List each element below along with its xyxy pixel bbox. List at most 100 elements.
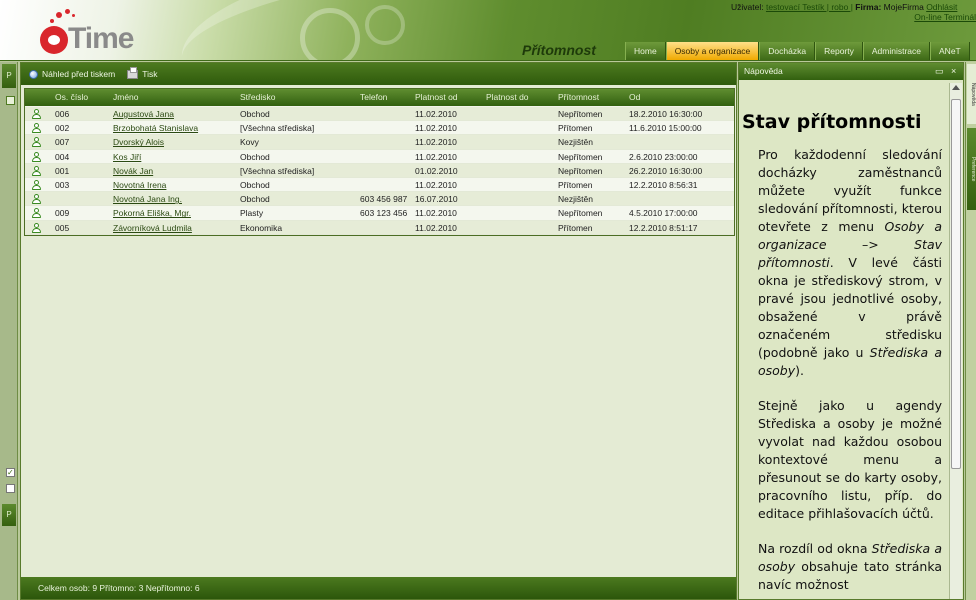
column-header-valid-to[interactable]: Platnost do	[486, 89, 529, 106]
column-header-department[interactable]: Středisko	[240, 89, 275, 106]
column-header-name[interactable]: Jméno	[113, 89, 139, 106]
nav-reporty[interactable]: Reporty	[815, 42, 863, 60]
nav-home[interactable]: Home	[625, 42, 666, 60]
cell-number: 004	[55, 151, 70, 162]
help-paragraph-3: Na rozdíl od okna Střediska a osoby obsa…	[758, 541, 942, 592]
cell-number: 003	[55, 180, 70, 190]
cell-presence: Přítomen	[558, 123, 593, 134]
cell-name[interactable]: Dvorský Alois	[113, 135, 238, 149]
person-icon	[31, 165, 41, 176]
cell-valid-from: 11.02.2010	[415, 208, 457, 219]
person-icon	[31, 151, 41, 162]
cell-since: 2.6.2010 23:00:00	[629, 151, 698, 162]
cell-name[interactable]: Pokorná Eliška, Mgr.	[113, 206, 238, 220]
table-row[interactable]: 005 Závorníková Ludmila Ekonomika 11.02.201…	[25, 220, 734, 235]
status-bar: Celkem osob: 9 Přítomno: 3 Nepřítomno: 6	[21, 577, 736, 599]
cell-department: Ekonomika	[240, 222, 283, 233]
cell-since: 12.2.2010 8:51:17	[629, 222, 698, 233]
help-scrollbar[interactable]	[949, 83, 962, 599]
right-tab-help[interactable]: Nápověda	[967, 64, 976, 124]
person-icon	[31, 109, 41, 119]
cell-name[interactable]: Novák Jan	[113, 164, 238, 178]
table-row[interactable]: 001 Novák Jan [Všechna střediska] 01.02.201…	[25, 163, 734, 178]
column-header-presence[interactable]: Přítomnost	[558, 89, 599, 106]
cell-department: Plasty	[240, 208, 264, 219]
table-row[interactable]: 003 Novotná Irena Obchod 11.02.2010 Přítomen…	[25, 178, 734, 193]
app-header: Time Přítomnost Uživatel: testovací Test…	[0, 0, 976, 61]
column-header-phone[interactable]: Telefon	[360, 89, 387, 106]
close-icon[interactable]: ×	[951, 63, 956, 80]
cell-name[interactable]: Závorníková Ludmila	[113, 221, 238, 235]
column-header-since[interactable]: Od	[629, 89, 640, 106]
checkbox-unchecked[interactable]	[6, 484, 15, 493]
nav-dochazka[interactable]: Docházka	[759, 42, 816, 60]
help-panel-title: Nápověda	[744, 66, 783, 76]
nav-anet[interactable]: ANeT	[930, 42, 970, 60]
help-paragraph-2: Stejně jako u agendy Střediska a osoby j…	[758, 398, 942, 521]
grid-header: Os. číslo Jméno Středisko Telefon Platno…	[25, 89, 734, 106]
page-title: Přítomnost	[522, 42, 596, 58]
atime-logo[interactable]: Time	[30, 8, 134, 56]
nav-administrace[interactable]: Administrace	[862, 42, 931, 60]
cell-valid-from: 01.02.2010	[415, 165, 458, 176]
cell-presence: Přítomen	[558, 180, 593, 190]
right-tab-preferences[interactable]: Preference	[967, 128, 976, 210]
print-label: Tisk	[142, 69, 158, 79]
cell-number: 009	[55, 208, 70, 219]
cell-presence: Nezjištěn	[558, 137, 593, 148]
table-row[interactable]: 007 Dvorský Alois Kovy 11.02.2010 Nezjištěn	[25, 135, 734, 150]
cell-phone: 603 123 456	[360, 208, 408, 219]
person-icon	[31, 194, 41, 205]
cell-valid-from: 16.07.2010	[415, 194, 458, 205]
cell-name[interactable]: Augustová Jana	[113, 107, 238, 121]
logout-link[interactable]: Odhlásit	[926, 2, 957, 12]
table-row[interactable]: 006 Augustová Jana Obchod 11.02.2010 Nepříto…	[25, 107, 734, 122]
cell-number: 005	[55, 222, 70, 233]
user-name-link[interactable]: testovací Testík | robo |	[766, 2, 853, 12]
cell-valid-from: 11.02.2010	[415, 137, 457, 148]
right-collapsed-panel: Nápověda Preference	[965, 62, 976, 600]
user-label: Uživatel:	[731, 2, 764, 12]
pin-icon[interactable]: ▭	[935, 63, 944, 80]
cell-name[interactable]: Novotná Jana Ing.	[113, 192, 238, 206]
cell-since: 26.2.2010 16:30:00	[629, 165, 703, 176]
table-row[interactable]: 009 Pokorná Eliška, Mgr. Plasty 603 123 456…	[25, 206, 734, 221]
preview-icon	[29, 69, 38, 79]
table-row[interactable]: 002 Brzobohatá Stanislava [Všechna středis…	[25, 121, 734, 136]
cell-presence: Přítomen	[558, 222, 593, 233]
cell-presence: Nezjištěn	[558, 194, 593, 205]
table-row[interactable]: 004 Kos Jiří Obchod 11.02.2010 Nepřítomen 2.6…	[25, 149, 734, 164]
firm-name: MojeFirma	[883, 2, 924, 12]
person-icon	[31, 137, 41, 148]
cell-phone: 603 456 987	[360, 194, 408, 205]
user-info: Uživatel: testovací Testík | robo | Firm…	[731, 2, 976, 22]
scroll-thumb[interactable]	[951, 99, 961, 469]
cell-name[interactable]: Brzobohatá Stanislava	[113, 121, 238, 135]
left-panel-tab-lower[interactable]: P	[2, 504, 16, 526]
column-header-number[interactable]: Os. číslo	[55, 89, 88, 106]
cell-number: 001	[55, 165, 70, 176]
cell-number: 002	[55, 123, 70, 134]
cell-department: Obchod	[240, 180, 270, 190]
cell-department: [Všechna střediska]	[240, 123, 315, 134]
cell-since: 4.5.2010 17:00:00	[629, 208, 698, 219]
nav-osoby-a-organizace[interactable]: Osoby a organizace	[665, 42, 760, 60]
cell-name[interactable]: Kos Jiří	[113, 150, 238, 164]
cell-department: Obchod	[240, 109, 270, 119]
checkbox-checked[interactable]: ✓	[6, 468, 15, 477]
cell-department: Obchod	[240, 151, 270, 162]
cell-valid-from: 11.02.2010	[415, 123, 457, 134]
person-icon	[31, 208, 41, 219]
print-preview-button[interactable]: Náhled před tiskem	[29, 69, 115, 79]
collapse-toggle-icon[interactable]	[6, 96, 15, 105]
scroll-up-icon[interactable]	[952, 85, 960, 90]
column-header-valid-from[interactable]: Platnost od	[415, 89, 458, 106]
terminal-link[interactable]: On-line Terminál	[914, 12, 976, 22]
firm-label: Firma:	[855, 2, 882, 12]
left-panel-tab[interactable]: P	[2, 64, 16, 88]
cell-name[interactable]: Novotná Irena	[113, 178, 238, 192]
cell-since: 12.2.2010 8:56:31	[629, 180, 698, 190]
table-row[interactable]: Novotná Jana Ing. Obchod 603 456 987 16.07.…	[25, 192, 734, 207]
cell-since: 11.6.2010 15:00:00	[629, 123, 702, 134]
print-button[interactable]: Tisk	[127, 66, 158, 79]
